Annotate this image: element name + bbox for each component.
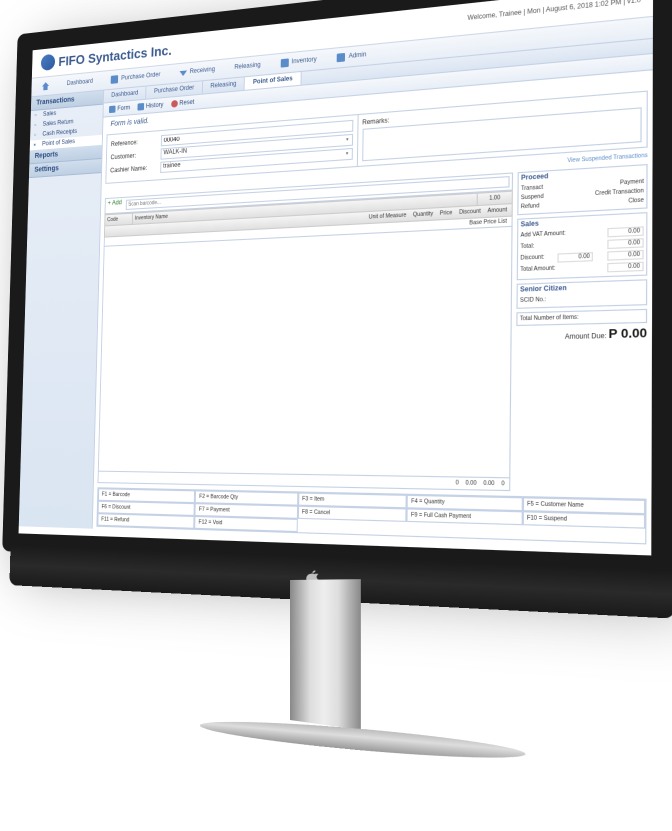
total-value: 0.00: [607, 238, 643, 249]
shortcuts: F1 = Barcode F2 = Barcode Qty F3 = Item …: [96, 487, 646, 544]
nav-home[interactable]: [37, 78, 55, 93]
vat-label: Add VAT Amount:: [520, 230, 565, 241]
col-uom: Unit of Measure: [369, 212, 407, 221]
reset-icon: [171, 100, 178, 108]
grid-body[interactable]: [98, 227, 513, 479]
col-amount: Amount: [487, 207, 507, 215]
reference-label: Reference:: [111, 138, 157, 148]
amount-due: Amount Due: P 0.00: [516, 327, 647, 344]
logo-icon: [41, 54, 55, 71]
nav-releasing[interactable]: Releasing: [228, 57, 266, 75]
layout: Transactions Sales Sales Return Cash Rec…: [19, 39, 653, 547]
items-count-box: Total Number of Items:: [516, 309, 647, 326]
grid-section: + Add Code Inventory Name 1.00 Unit of M…: [98, 164, 648, 494]
monitor-mockup: FIFO Syntactics Inc. Welcome, Trainee | …: [0, 0, 672, 831]
col-price: Price: [440, 210, 453, 217]
col-discount: Discount: [459, 208, 481, 216]
sidebar: Transactions Sales Sales Return Cash Rec…: [19, 91, 104, 529]
amount-due-value: P 0.00: [609, 327, 648, 342]
cashier-label: Cashier Name:: [110, 165, 156, 174]
discount-value[interactable]: 0.00: [558, 252, 594, 263]
document-icon: [111, 75, 119, 84]
home-icon: [42, 82, 49, 91]
items-count-label: Total Number of Items:: [520, 314, 579, 322]
sales-box: Sales Add VAT Amount: 0.00 Total: 0.00: [517, 212, 648, 280]
proceed-transact[interactable]: Transact: [521, 184, 543, 192]
nav-receiving[interactable]: Receiving: [173, 62, 221, 81]
vat-value: 0.00: [607, 226, 643, 237]
discount-label: Discount:: [520, 254, 544, 264]
grid-left: + Add Code Inventory Name 1.00 Unit of M…: [98, 172, 514, 491]
toolbar-reset[interactable]: Reset: [171, 98, 195, 107]
monitor-stand-neck: [290, 579, 361, 730]
shortcut-f12: F12 = Void: [195, 516, 298, 532]
total-amount: 0: [501, 481, 504, 488]
proceed-refund[interactable]: Refund: [521, 203, 540, 211]
brand-name: FIFO Syntactics Inc.: [58, 42, 172, 69]
nav-inventory[interactable]: Inventory: [274, 52, 323, 71]
total-discount: 0.00: [483, 480, 494, 487]
shortcut-f9: F9 = Full Cash Payment: [407, 508, 523, 525]
proceed-payment[interactable]: Payment: [620, 178, 644, 186]
remarks-label: Remarks:: [362, 118, 389, 127]
total-amount-label: Total Amount:: [520, 265, 555, 275]
col-code: Code: [105, 214, 133, 226]
download-icon: [179, 70, 187, 76]
total-qty: 0: [456, 480, 459, 487]
col-quantity: Quantity: [413, 211, 433, 219]
toolbar-history[interactable]: History: [137, 101, 163, 110]
senior-box: Senior Citizen SCID No.:: [516, 279, 647, 309]
nav-dashboard[interactable]: Dashboard: [61, 74, 98, 92]
welcome-text: Welcome, Trainee | Mon | August 6, 2018 …: [467, 0, 640, 22]
scid-label: SCID No.:: [520, 297, 546, 305]
screen: FIFO Syntactics Inc. Welcome, Trainee | …: [2, 0, 672, 578]
box-icon: [280, 58, 288, 67]
proceed-close[interactable]: Close: [628, 197, 644, 205]
grid-right: Proceed Transact Payment Suspend Credit …: [515, 164, 648, 494]
proceed-box: Proceed Transact Payment Suspend Credit …: [517, 164, 647, 215]
app-window: FIFO Syntactics Inc. Welcome, Trainee | …: [19, 0, 654, 555]
form-icon: [109, 106, 116, 114]
add-button[interactable]: + Add: [107, 200, 122, 211]
total-label: Total:: [520, 243, 534, 253]
user-icon: [337, 53, 345, 62]
content: Dashboard Purchase Order Releasing Point…: [93, 39, 653, 547]
total-amount-value: 0.00: [607, 262, 643, 273]
toolbar-form[interactable]: Form: [109, 104, 130, 113]
shortcut-f8: F8 = Cancel: [298, 506, 407, 522]
history-icon: [137, 103, 144, 111]
total-price: 0.00: [465, 480, 476, 487]
col-qty-default: 1.00: [478, 192, 512, 205]
nav-purchase-order[interactable]: Purchase Order: [105, 67, 166, 87]
proceed-suspend[interactable]: Suspend: [521, 193, 544, 201]
amount-due-label: Amount Due:: [565, 333, 607, 341]
customer-label: Customer:: [110, 151, 156, 161]
discount-amt: 0.00: [607, 250, 643, 261]
nav-admin[interactable]: Admin: [331, 47, 373, 66]
shortcut-f10: F10 = Suspend: [522, 511, 645, 528]
shortcut-f11: F11 = Refund: [97, 513, 194, 529]
monitor-stand-base: [194, 717, 538, 768]
